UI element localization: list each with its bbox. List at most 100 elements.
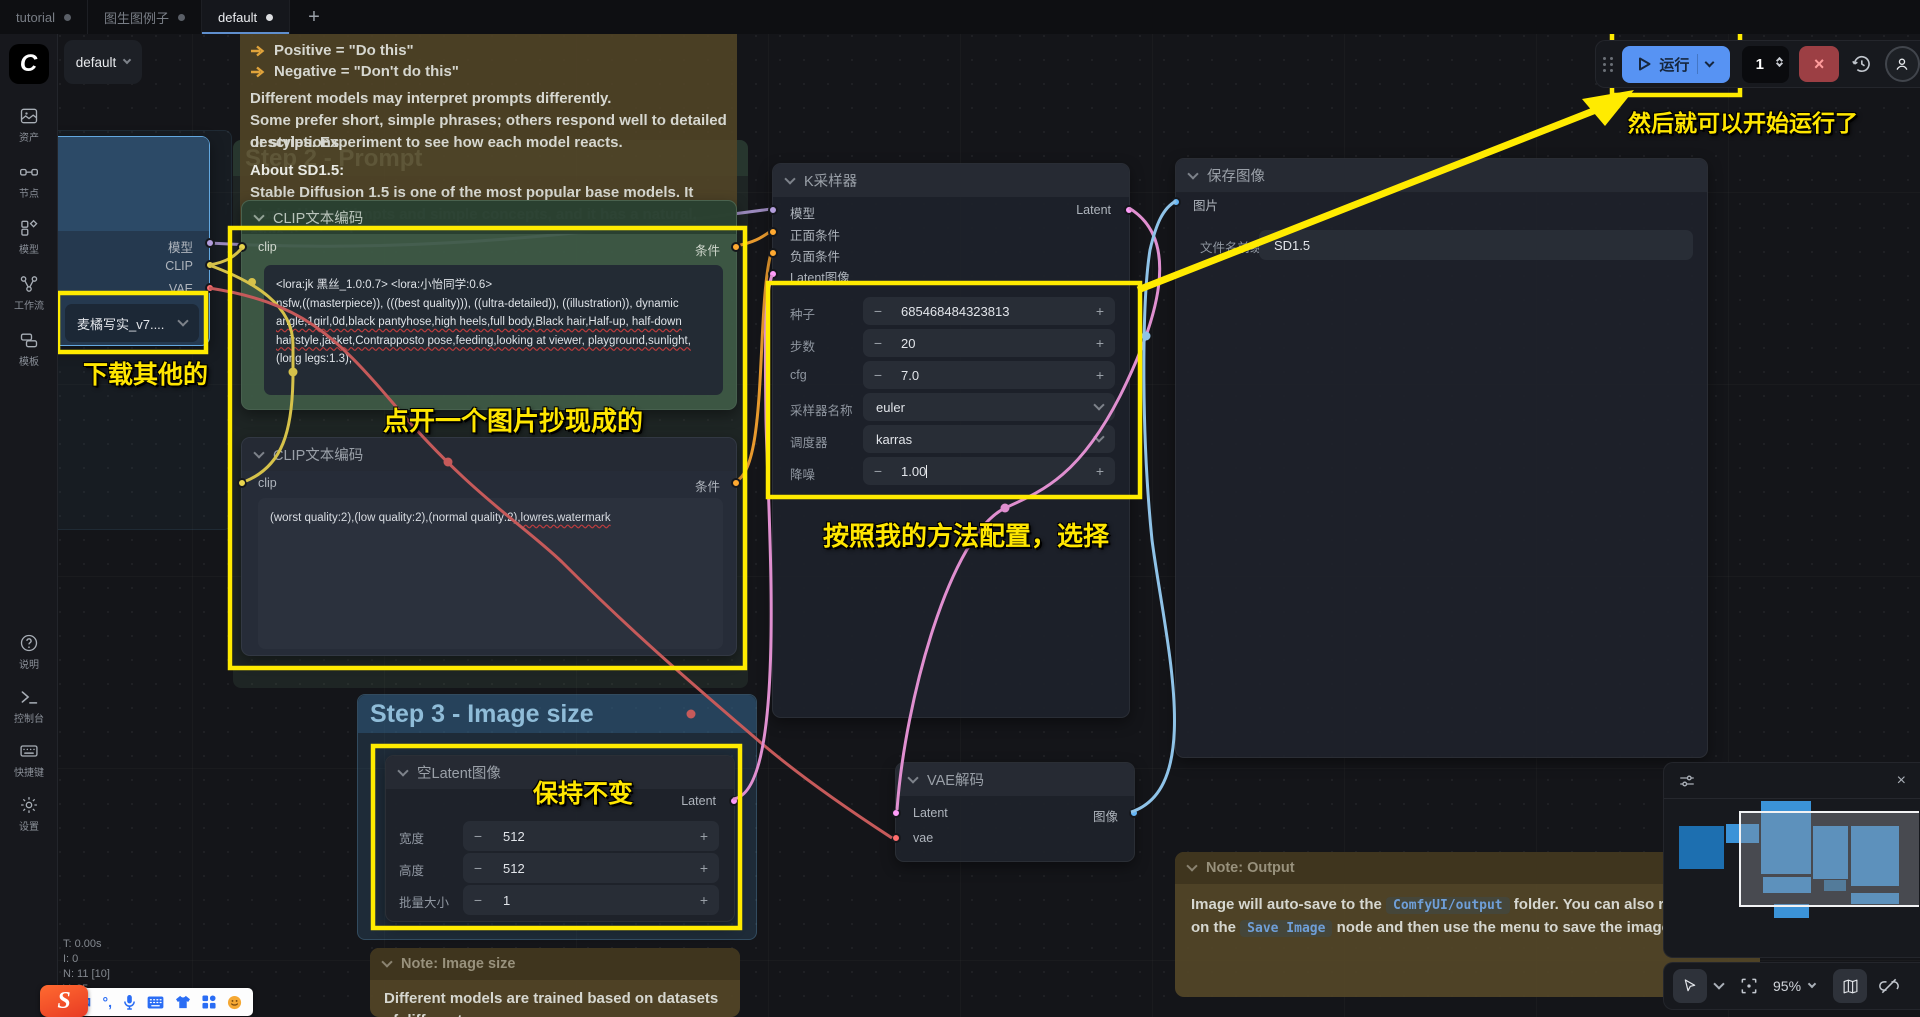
output-dot-vae[interactable] (205, 283, 215, 293)
prompt-text-widget[interactable]: <lora:jk 黑丝_1.0:0.7> <lora:小怡同学:0.6> nsf… (264, 265, 723, 395)
decrement-button[interactable]: − (863, 367, 893, 383)
toolbox-grid-icon[interactable] (202, 995, 216, 1009)
cfg-widget[interactable]: − 7.0 + (863, 361, 1115, 389)
tab-tutorial[interactable]: tutorial (0, 0, 88, 34)
increment-button[interactable]: + (689, 892, 719, 908)
output-dot-conditioning[interactable] (731, 242, 741, 252)
collapse-chevron-icon[interactable] (253, 447, 264, 458)
sidebar-item-assets[interactable]: 资产 (0, 106, 58, 144)
node-save-image[interactable]: 保存图像 图片 文件名前缀 SD1.5 (1175, 158, 1708, 758)
input-dot-clip[interactable] (237, 242, 247, 252)
increment-button[interactable]: + (1085, 367, 1115, 383)
batch-size-widget[interactable]: − 1 + (463, 885, 719, 915)
tab-img2img-example[interactable]: 图生图例子 (88, 0, 202, 34)
soft-keyboard-icon[interactable] (147, 996, 164, 1009)
denoise-widget[interactable]: − 1.00 + (863, 457, 1115, 485)
chevron-down-icon[interactable] (1808, 980, 1816, 988)
filename-prefix-widget[interactable]: SD1.5 (1259, 230, 1693, 260)
decrement-button[interactable]: − (863, 303, 893, 319)
increment-button[interactable]: + (1085, 335, 1115, 351)
output-dot-conditioning[interactable] (731, 478, 741, 488)
input-dot-latent[interactable] (768, 269, 778, 279)
width-widget[interactable]: − 512 + (463, 821, 719, 851)
sidebar-item-models[interactable]: 模型 (0, 218, 58, 256)
output-dot-image[interactable] (1129, 808, 1139, 818)
select-tool-button[interactable] (1673, 969, 1707, 1003)
comfyui-logo[interactable]: C (9, 44, 49, 84)
input-dot-vae[interactable] (891, 833, 901, 843)
collapse-chevron-icon[interactable] (253, 210, 264, 221)
scheduler-select[interactable]: karras (863, 425, 1115, 453)
link-visibility-icon[interactable] (1879, 976, 1899, 996)
output-dot-latent[interactable] (729, 796, 739, 806)
drag-handle[interactable] (1602, 57, 1616, 72)
decrement-button[interactable]: − (463, 860, 493, 876)
sogou-logo[interactable]: S (40, 985, 88, 1017)
note-image-size[interactable]: Note: Image size Different models are tr… (370, 948, 740, 1017)
decrement-button[interactable]: − (863, 335, 893, 351)
input-dot-model[interactable] (768, 205, 778, 215)
minimap-close-icon[interactable]: × (1897, 772, 1906, 790)
input-dot-negative[interactable] (768, 248, 778, 258)
history-icon[interactable] (1851, 53, 1873, 75)
increment-button[interactable]: + (1085, 463, 1115, 479)
collapse-chevron-icon[interactable] (397, 765, 408, 776)
input-dot-clip[interactable] (237, 478, 247, 488)
chevron-down-icon[interactable] (1713, 978, 1724, 989)
emoji-icon[interactable] (227, 995, 243, 1010)
output-dot-latent[interactable] (1124, 205, 1134, 215)
sidebar-item-workflows[interactable]: 工作流 (0, 274, 58, 312)
sidebar-item-templates[interactable]: 模板 (0, 330, 58, 368)
sidebar-item-console[interactable]: 控制台 (0, 687, 58, 725)
sidebar-item-hotkeys[interactable]: 快捷键 (0, 741, 58, 779)
microphone-icon[interactable] (123, 994, 136, 1010)
sidebar-item-help[interactable]: 说明 (0, 633, 58, 671)
height-widget[interactable]: − 512 + (463, 853, 719, 883)
input-dot-image[interactable] (1171, 197, 1181, 207)
clear-queue-button[interactable]: × (1799, 46, 1838, 82)
decrement-button[interactable]: − (463, 892, 493, 908)
collapse-chevron-icon[interactable] (1186, 860, 1197, 871)
node-clip-text-encode-positive[interactable]: CLIP文本编码 clip 条件 <lora:jk 黑丝_1.0:0.7> <l… (241, 200, 737, 410)
collapse-chevron-icon[interactable] (1187, 168, 1198, 179)
input-dot-positive[interactable] (768, 227, 778, 237)
sidebar-item-settings[interactable]: 设置 (0, 795, 58, 833)
collapse-chevron-icon[interactable] (381, 956, 392, 967)
steps-widget[interactable]: − 20 + (863, 329, 1115, 357)
minimap-toggle-button[interactable] (1833, 969, 1867, 1003)
node-ksampler[interactable]: K采样器 模型 正面条件 负面条件 Latent图像 Latent 种子 − 6… (772, 163, 1130, 718)
seed-widget[interactable]: − 685468484323813 + (863, 297, 1115, 325)
user-avatar[interactable] (1885, 46, 1920, 82)
chevron-down-icon[interactable] (1705, 57, 1715, 67)
node-clip-text-encode-negative[interactable]: CLIP文本编码 clip 条件 (worst quality:2),(low … (241, 437, 737, 656)
collapse-chevron-icon[interactable] (784, 173, 795, 184)
output-dot-model[interactable] (205, 238, 215, 248)
output-dot-clip[interactable] (205, 260, 215, 270)
workflow-selector[interactable]: default (64, 40, 142, 84)
collapse-chevron-icon[interactable] (907, 772, 918, 783)
node-vae-decode[interactable]: VAE解码 Latent vae 图像 (895, 762, 1135, 862)
decrement-button[interactable]: − (463, 828, 493, 844)
input-dot-latent[interactable] (891, 808, 901, 818)
minimap-viewport[interactable] (1739, 811, 1919, 907)
minimap-canvas[interactable] (1664, 799, 1919, 957)
decrement-button[interactable]: − (863, 463, 893, 479)
graph-canvas[interactable]: Step 2 - Prompt Step 3 - Image size Posi… (0, 0, 1920, 1017)
annotation-keep-unchanged: 保持不变 (533, 774, 633, 810)
new-tab-button[interactable]: + (290, 0, 338, 34)
increment-button[interactable]: + (689, 828, 719, 844)
sidebar-item-nodes[interactable]: 节点 (0, 162, 58, 200)
run-button[interactable]: 运行 (1622, 46, 1730, 83)
fit-view-icon[interactable] (1739, 976, 1759, 996)
prompt-text-widget[interactable]: (worst quality:2),(low quality:2),(norma… (258, 498, 723, 649)
zoom-level[interactable]: 95% (1773, 978, 1801, 994)
minimap-settings-icon[interactable] (1678, 772, 1696, 790)
skin-icon[interactable] (175, 995, 191, 1009)
tab-default[interactable]: default (202, 0, 290, 34)
increment-button[interactable]: + (689, 860, 719, 876)
ime-punctuation-toggle[interactable]: °, (103, 994, 113, 1010)
checkpoint-name-widget[interactable]: 麦橘写实_v7.... (65, 304, 199, 342)
sampler-select[interactable]: euler (863, 393, 1115, 421)
queue-count-stepper[interactable]: 1 (1742, 46, 1789, 83)
increment-button[interactable]: + (1085, 303, 1115, 319)
